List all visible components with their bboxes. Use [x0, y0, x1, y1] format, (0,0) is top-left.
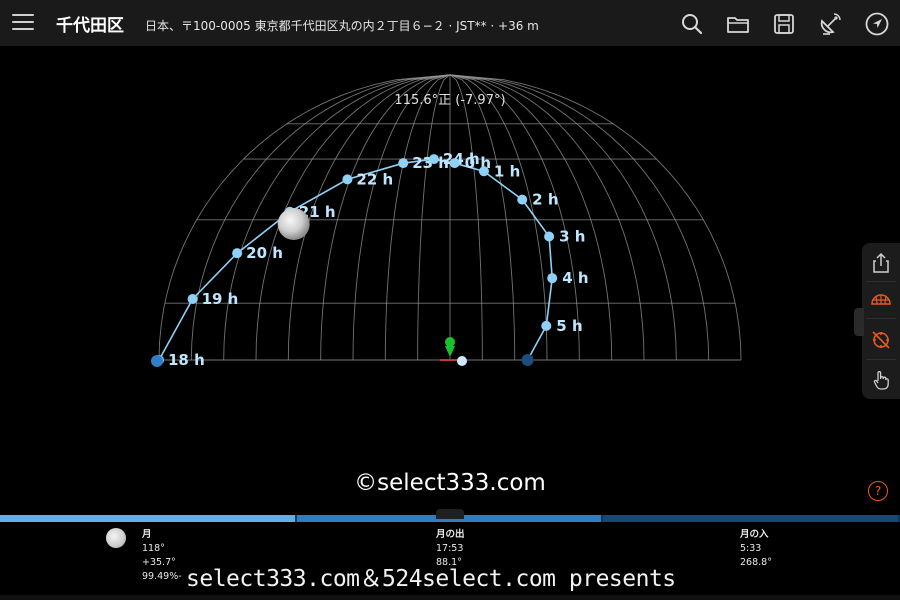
- hour-point: [187, 293, 198, 304]
- azimuth-line: [417, 74, 451, 360]
- moonrise-title: 月の出: [436, 529, 465, 540]
- save-icon[interactable]: [771, 11, 797, 37]
- moon-azimuth: 118°: [142, 543, 165, 554]
- hour-label: 4 h: [562, 269, 588, 287]
- moonset-info: 月の入 5:33 268.8°: [740, 528, 772, 570]
- hour-point: [449, 158, 460, 169]
- hour-point: [428, 154, 439, 165]
- observer-marker: [445, 337, 455, 347]
- hand-pointer-icon[interactable]: [870, 369, 892, 391]
- location-title[interactable]: 千代田区: [56, 11, 124, 36]
- sun-marker: [457, 356, 467, 366]
- dome-grid: [158, 74, 742, 361]
- hour-point: [342, 174, 353, 185]
- sky-dome-view[interactable]: 18 h19 h20 h21 h22 h23 h24 h0 h1 h2 h3 h…: [0, 46, 900, 471]
- hour-label: 2 h: [532, 191, 558, 209]
- azimuth-line: [449, 74, 483, 360]
- satellite-dish-icon[interactable]: [817, 11, 843, 37]
- hour-label: 20 h: [246, 244, 283, 262]
- search-icon[interactable]: [679, 11, 705, 37]
- hour-label: 19 h: [202, 290, 239, 308]
- hour-point: [478, 166, 489, 177]
- moonrise-time: 17:53: [436, 543, 464, 554]
- moon-altitude: +35.7°: [142, 557, 176, 568]
- moonrise-marker: [151, 355, 163, 367]
- moonset-marker: [521, 354, 534, 366]
- navigation-arrow-icon[interactable]: [864, 11, 890, 37]
- location-subtitle[interactable]: 日本、〒100-0005 東京都千代田区丸の内２丁目６−２ · JST** · …: [145, 17, 539, 34]
- hour-point: [544, 231, 555, 242]
- current-moon: [277, 208, 310, 241]
- side-toolbar: [862, 243, 900, 399]
- hour-point: [232, 248, 243, 259]
- moonset-azimuth: 268.8°: [740, 557, 772, 568]
- bottom-edge: [0, 595, 900, 600]
- moon-illumination: 99.49%-: [142, 571, 182, 582]
- hour-label: 22 h: [356, 170, 393, 188]
- watermark: ©select333.com: [354, 470, 546, 496]
- hour-point: [398, 158, 409, 169]
- moon-title: 月: [142, 529, 152, 540]
- folder-icon[interactable]: [725, 11, 751, 37]
- side-panel-tab[interactable]: [854, 308, 864, 336]
- direction-readout: 115.6°正 (-7.97°): [394, 93, 505, 108]
- moonset-title: 月の入: [740, 529, 769, 540]
- moon-path: 18 h19 h20 h21 h22 h23 h24 h0 h1 h2 h3 h…: [151, 150, 589, 369]
- moon-phase-icon: [106, 528, 126, 548]
- hour-point: [541, 320, 552, 331]
- moon-info: 月 118° +35.7° 99.49%-: [142, 528, 182, 584]
- timeline-handle[interactable]: [436, 509, 464, 519]
- hour-label: 1 h: [494, 162, 520, 180]
- share-icon[interactable]: [870, 252, 892, 274]
- top-bar: 千代田区 日本、〒100-0005 東京都千代田区丸の内２丁目６−２ · JST…: [0, 0, 900, 46]
- dome-grid-icon[interactable]: [870, 289, 892, 311]
- observer-marker-arrow: [445, 346, 455, 357]
- moon-path-line: [158, 158, 435, 361]
- azimuth-line: [320, 74, 451, 361]
- azimuth-line: [449, 74, 742, 361]
- hour-label: 3 h: [559, 228, 585, 246]
- presents-caption: select333.com＆524select.com presents: [186, 566, 676, 592]
- menu-icon[interactable]: [12, 12, 34, 32]
- hour-point: [517, 194, 528, 205]
- timeline-segment[interactable]: [603, 515, 898, 522]
- hour-label: 5 h: [556, 317, 582, 335]
- moonset-time: 5:33: [740, 543, 762, 554]
- compass-off-icon[interactable]: [870, 329, 892, 351]
- azimuth-line: [449, 74, 613, 361]
- hour-label: 18 h: [168, 351, 205, 369]
- azimuth-line: [449, 74, 548, 361]
- timeline-segment[interactable]: [0, 515, 295, 522]
- hour-point: [547, 273, 558, 284]
- azimuth-line: [352, 74, 451, 361]
- moon-path-line: [433, 158, 554, 361]
